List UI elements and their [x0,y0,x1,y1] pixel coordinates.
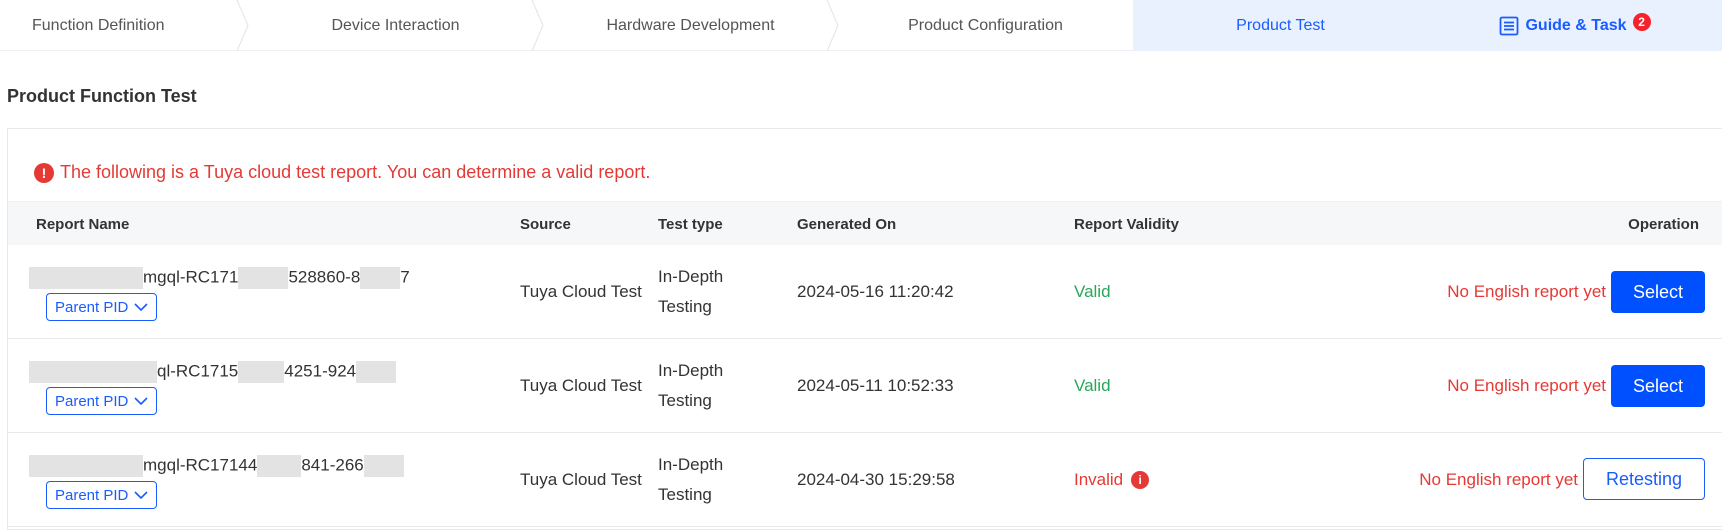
chevron-down-icon [134,491,148,500]
col-report-name: Report Name [36,215,130,233]
retesting-button[interactable]: Retesting [1583,458,1705,500]
report-card: ! The following is a Tuya cloud test rep… [7,128,1722,530]
chevron-down-icon [134,397,148,406]
english-report-status: No English report yet [1419,470,1578,489]
select-button[interactable]: Select [1611,365,1705,407]
parent-pid-dropdown[interactable]: Parent PID [46,293,158,321]
report-name: ql-RC1715 4251-924 [29,361,397,383]
redacted-block [238,361,285,383]
redacted-block [360,267,401,289]
table-row: mgql-RC171 528860-8 7 Parent PID Tuya Clou… [8,245,1722,339]
step-product-configuration[interactable]: Product Configuration [838,0,1133,51]
select-button[interactable]: Select [1611,271,1705,313]
col-operation: Operation [1628,215,1699,233]
alert-message: ! The following is a Tuya cloud test rep… [34,162,650,183]
generated-on: 2024-04-30 15:29:58 [797,470,955,489]
report-name: mgql-RC17144 841-266 [29,455,404,477]
step-bar: Function Definition Device Interaction H… [0,0,1722,51]
report-validity: Invalid i [1074,433,1150,527]
redacted-block [363,455,404,477]
source: Tuya Cloud Test [520,470,642,489]
guide-and-task-button[interactable]: Guide & Task 2 [1428,0,1722,51]
parent-pid-dropdown[interactable]: Parent PID [46,387,158,415]
step-label: Product Test [1236,16,1325,34]
generated-on: 2024-05-16 11:20:42 [797,282,954,301]
step-label: Product Configuration [908,16,1063,34]
step-device-interaction[interactable]: Device Interaction [248,0,544,51]
page-title: Product Function Test [7,86,197,106]
col-generated-on: Generated On [797,215,897,233]
step-label: Hardware Development [606,16,775,34]
test-type: In-Depth Testing [658,361,724,410]
english-report-status: No English report yet [1447,282,1606,301]
task-count-badge: 2 [1632,12,1651,31]
redacted-block [238,267,289,289]
redacted-block [29,267,143,289]
step-function-definition[interactable]: Function Definition [0,0,249,51]
step-label: Function Definition [32,16,165,34]
redacted-block [356,361,397,383]
step-product-test[interactable]: Product Test [1133,0,1428,51]
redacted-block [29,455,143,477]
col-test-type: Test type [658,215,723,233]
info-icon[interactable]: i [1131,471,1150,489]
task-list-icon [1500,16,1519,35]
step-hardware-development[interactable]: Hardware Development [543,0,839,51]
generated-on: 2024-05-11 10:52:33 [797,376,954,395]
redacted-block [29,361,157,383]
redacted-block [257,455,302,477]
source: Tuya Cloud Test [520,282,642,301]
chevron-down-icon [134,303,148,312]
alert-text: The following is a Tuya cloud test repor… [60,162,651,182]
col-report-validity: Report Validity [1074,215,1180,233]
table-header: Report Name Source Test type Generated O… [8,201,1722,245]
table-row: mgql-RC17144 841-266 Parent PID Tuya Clou… [8,433,1722,527]
table-row: ql-RC1715 4251-924 Parent PID Tuya Cloud … [8,339,1722,433]
report-validity: Valid [1074,376,1111,395]
col-source: Source [520,215,571,233]
report-name: mgql-RC171 528860-8 7 [29,267,410,289]
english-report-status: No English report yet [1447,376,1606,395]
source: Tuya Cloud Test [520,376,642,395]
test-type: In-Depth Testing [658,455,724,504]
error-icon: ! [34,162,54,183]
parent-pid-dropdown[interactable]: Parent PID [46,481,158,509]
guide-label: Guide & Task [1525,16,1627,34]
report-validity: Valid [1074,282,1111,301]
step-label: Device Interaction [331,16,460,34]
test-type: In-Depth Testing [658,267,724,316]
